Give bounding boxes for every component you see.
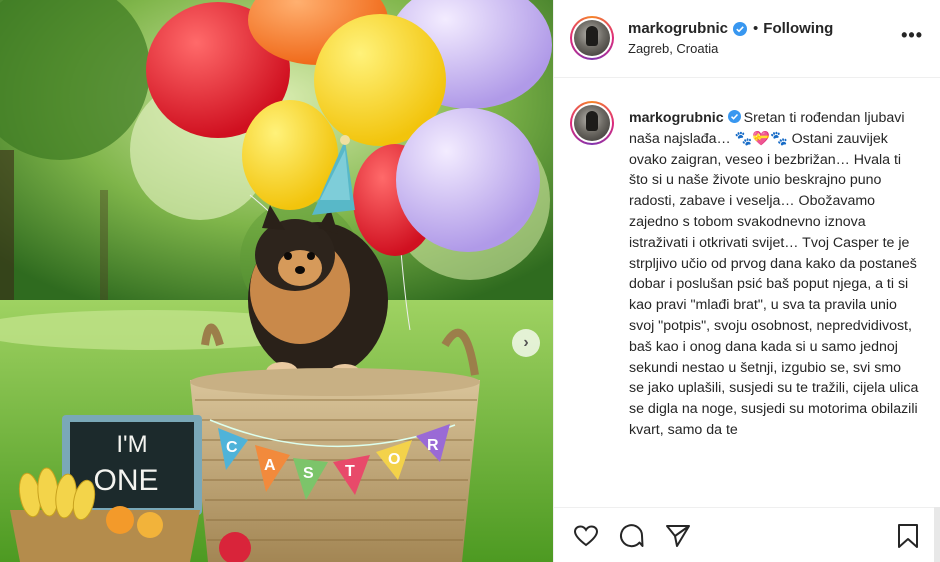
verified-badge-icon [727, 110, 741, 123]
bunting-letter: A [264, 457, 276, 474]
username-link[interactable]: markogrubnic [628, 20, 728, 37]
action-bar [554, 507, 940, 562]
next-photo-button[interactable]: › [512, 329, 540, 357]
separator-dot: • [753, 20, 759, 37]
sign-text-line2: ONE [93, 464, 158, 497]
caption: markogrubnic Sretan ti rođendan ljubavi n… [629, 108, 919, 441]
photo-illustration: C A S T O R I'M ONE [0, 0, 553, 562]
caption-username-link[interactable]: markogrubnic [629, 110, 724, 126]
bunting-letter: C [226, 439, 238, 456]
scrollbar[interactable] [934, 507, 940, 562]
bunting-letter: O [388, 451, 400, 468]
follow-button[interactable]: Following [763, 20, 833, 37]
sign-text-line1: I'M [116, 431, 147, 458]
bunting-letter: S [303, 465, 314, 482]
bunting-letter: R [427, 437, 439, 454]
heart-icon[interactable] [572, 522, 600, 550]
more-options-icon[interactable]: ••• [901, 25, 923, 46]
share-icon[interactable] [664, 522, 692, 550]
location-link[interactable]: Zagreb, Croatia [628, 41, 718, 56]
comments-section[interactable]: markogrubnic Sretan ti rođendan ljubavi n… [554, 79, 940, 507]
post-header: markogrubnic • Following Zagreb, Croatia… [554, 0, 940, 78]
verified-badge-icon [733, 21, 748, 36]
caption-text: Sretan ti rođendan ljubavi naša najslađa… [629, 110, 919, 438]
bunting-letter: T [345, 463, 355, 480]
avatar[interactable] [570, 16, 614, 60]
post-photo[interactable]: C A S T O R I'M ONE › [0, 0, 553, 562]
bookmark-icon[interactable] [894, 522, 922, 550]
post-sidebar: markogrubnic • Following Zagreb, Croatia… [553, 0, 940, 562]
caption-avatar[interactable] [570, 101, 614, 145]
comment-icon[interactable] [618, 522, 646, 550]
chevron-right-icon: › [523, 334, 529, 351]
